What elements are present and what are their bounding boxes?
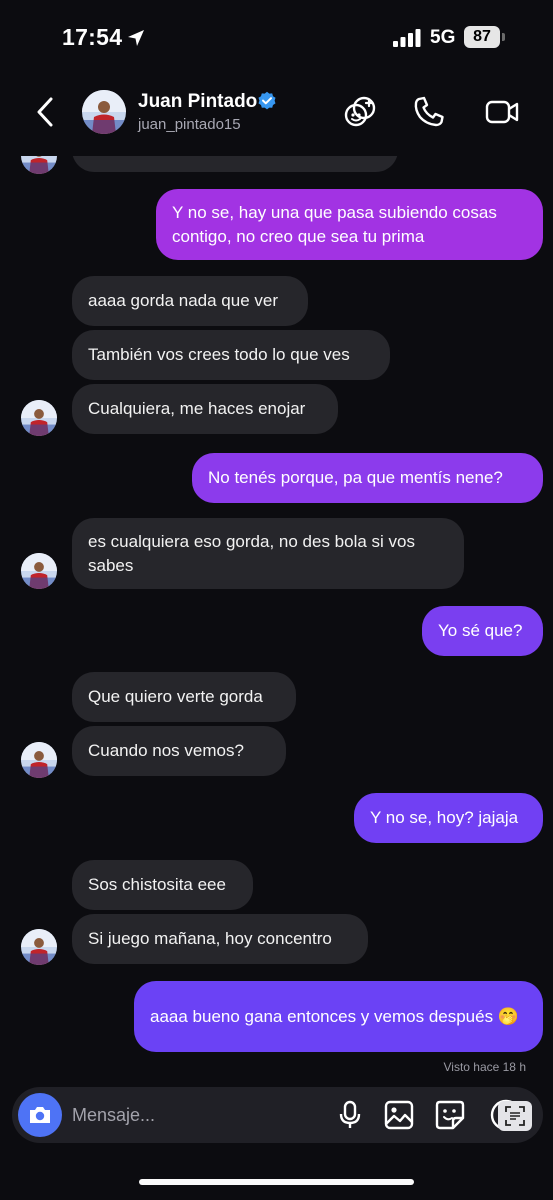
message-bubble-partial[interactable] [72,156,398,172]
message-bubble-outgoing[interactable]: aaaa bueno gana entonces y vemos después… [134,981,543,1052]
text-scan-icon [505,1106,525,1126]
sender-avatar[interactable] [21,929,57,965]
sender-avatar[interactable] [21,156,57,174]
sender-avatar[interactable] [21,553,57,589]
message-text: es cualquiera eso gorda, no des bola si … [88,531,415,575]
video-camera-icon[interactable] [484,94,520,130]
message-text: Cualquiera, me haces enojar [88,399,306,418]
message-text: También vos crees todo lo que ves [88,345,350,364]
sender-avatar[interactable] [21,742,57,778]
avatar-image [82,90,126,134]
battery-level: 87 [473,28,491,45]
effects-icon[interactable] [342,94,378,130]
avatar-image [21,553,57,589]
sticker-icon[interactable] [434,1099,466,1131]
profile-avatar[interactable] [82,90,126,134]
message-bubble-incoming[interactable]: Cualquiera, me haces enojar [72,384,338,434]
message-text: Y no se, hay una que pasa subiendo cosas… [172,202,497,246]
battery-icon: 87 [464,26,500,48]
message-input[interactable] [72,1101,302,1129]
message-bubble-outgoing[interactable]: No tenés porque, pa que mentís nene? [192,453,543,503]
message-bubble-incoming[interactable]: También vos crees todo lo que ves [72,330,390,380]
message-bubble-incoming[interactable]: Sos chistosita eee [72,860,253,910]
message-text: Y no se, hoy? jajaja [370,808,519,827]
camera-icon [30,1107,50,1123]
message-bubble-outgoing[interactable]: Y no se, hay una que pasa subiendo cosas… [156,189,543,260]
message-text: Sos chistosita eee [88,875,226,894]
message-bubble-incoming[interactable]: Cuando nos vemos? [72,726,286,776]
network-type: 5G [430,27,456,48]
microphone-icon[interactable] [334,1099,366,1131]
status-bar: 17:54 5G 87 [0,0,553,78]
phone-icon[interactable] [411,94,447,130]
message-composer [12,1087,543,1143]
avatar-image [21,156,57,174]
message-bubble-incoming[interactable]: aaaa gorda nada que ver [72,276,308,326]
location-arrow-icon [128,30,144,46]
contact-name[interactable]: Juan Pintado [138,91,257,113]
contact-username: juan_pintado15 [138,116,241,133]
battery-tip [502,33,505,41]
message-text: Si juego mañana, hoy concentro [88,929,332,948]
message-bubble-outgoing[interactable]: Yo sé que? [422,606,543,656]
message-text: aaaa bueno gana entonces y vemos después… [150,1006,519,1026]
message-text: aaaa gorda nada que ver [88,291,278,310]
status-time: 17:54 [62,24,123,50]
seen-receipt: Visto hace 18 h [443,1060,526,1074]
message-bubble-incoming[interactable]: Que quiero verte gorda [72,672,296,722]
avatar-image [21,400,57,436]
message-text: Cuando nos vemos? [88,741,244,760]
camera-button[interactable] [18,1093,62,1137]
message-text: No tenés porque, pa que mentís nene? [208,468,503,487]
chat-header: Juan Pintado juan_pintado15 [0,78,553,156]
avatar-image [21,929,57,965]
gallery-icon[interactable] [383,1099,415,1131]
home-indicator [139,1179,414,1185]
message-text: Que quiero verte gorda [88,687,263,706]
back-chevron-icon[interactable] [30,94,62,130]
verified-badge-icon [258,91,276,110]
text-recognition-button[interactable] [498,1101,532,1131]
message-bubble-incoming[interactable]: es cualquiera eso gorda, no des bola si … [72,518,464,589]
cellular-signal-icon [393,29,421,47]
message-text: Yo sé que? [438,621,523,640]
avatar-image [21,742,57,778]
message-bubble-outgoing[interactable]: Y no se, hoy? jajaja [354,793,543,843]
message-thread[interactable]: Y no se, hay una que pasa subiendo cosas… [0,156,553,1082]
sender-avatar[interactable] [21,400,57,436]
message-bubble-incoming[interactable]: Si juego mañana, hoy concentro [72,914,368,964]
